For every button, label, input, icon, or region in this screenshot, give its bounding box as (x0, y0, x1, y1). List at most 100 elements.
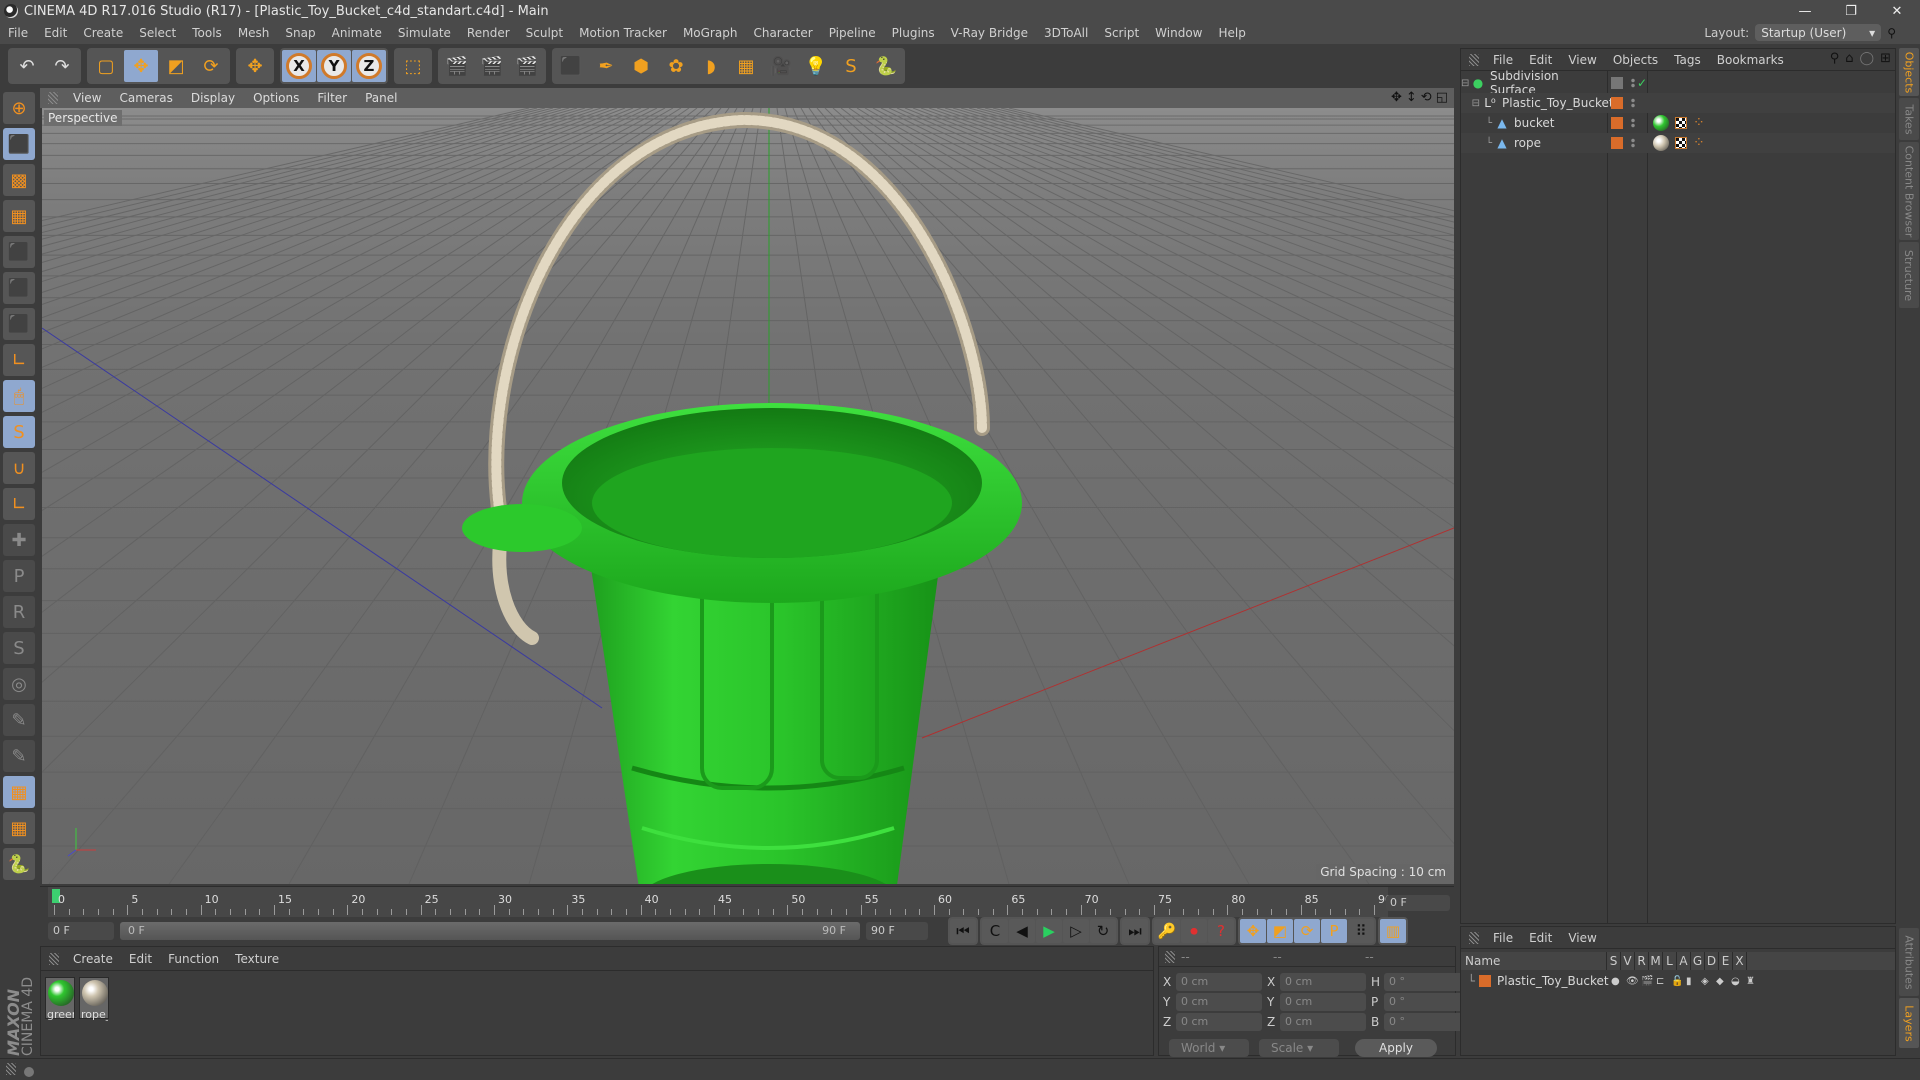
key-scale-button[interactable]: ◩ (1267, 919, 1293, 943)
layer-column-a[interactable]: A (1677, 952, 1691, 970)
prev-key-button[interactable]: C (982, 919, 1008, 943)
menu-animate[interactable]: Animate (324, 26, 390, 40)
layer-generators-icon[interactable]: ◈ (1701, 976, 1709, 987)
pin-edit-icon[interactable]: ✎ (3, 740, 35, 772)
next-frame-button[interactable]: ▷ (1063, 919, 1089, 943)
layer-locked-icon[interactable]: 🔓 (1671, 976, 1683, 987)
layer-column-s[interactable]: S (1607, 952, 1621, 970)
minimize-button[interactable]: — (1782, 0, 1828, 22)
menu-create[interactable]: Create (75, 26, 131, 40)
key-pla-button[interactable]: ⠿ (1348, 919, 1374, 943)
redo-icon[interactable]: ↷ (45, 50, 79, 82)
make-editable-icon[interactable]: ⊕ (3, 92, 35, 124)
zoom-view-icon[interactable]: ↕ (1406, 90, 1417, 105)
menu-window[interactable]: Window (1147, 26, 1210, 40)
tree-expander-icon[interactable]: ⊟ (1461, 98, 1483, 109)
material-menu-create[interactable]: Create (65, 952, 121, 966)
material-swatch[interactable]: green (45, 977, 75, 1021)
render-settings-icon[interactable]: 🎬 (510, 50, 544, 82)
phong-tag-icon[interactable]: ⁘ (1693, 135, 1705, 151)
layer-menu-file[interactable]: File (1485, 931, 1521, 945)
snap-icon[interactable]: ∪ (3, 452, 35, 484)
size-y-field[interactable]: 0 cm (1280, 993, 1366, 1011)
layer-column-r[interactable]: R (1635, 952, 1649, 970)
object-menu-tags[interactable]: Tags (1666, 53, 1709, 67)
viewport-menu-options[interactable]: Options (244, 91, 308, 105)
layer-color-swatch[interactable] (1479, 975, 1491, 987)
layer-column-name[interactable]: Name (1461, 952, 1607, 970)
menu-character[interactable]: Character (745, 26, 820, 40)
layer-column-l[interactable]: L (1663, 952, 1677, 970)
material-menu-texture[interactable]: Texture (227, 952, 287, 966)
viewport-menu-cameras[interactable]: Cameras (110, 91, 181, 105)
pin-psr-icon[interactable]: S (3, 632, 35, 664)
menu-file[interactable]: File (0, 26, 36, 40)
material-menu-edit[interactable]: Edit (121, 952, 160, 966)
search-icon[interactable]: ⚲ (1830, 51, 1840, 66)
layer-expressions-icon[interactable]: ◒ (1731, 976, 1740, 987)
subdivision-surface-icon[interactable]: ⬢ (624, 50, 658, 82)
y-axis-lock[interactable]: Y (317, 50, 351, 82)
prev-frame-button[interactable]: ◀ (1009, 919, 1035, 943)
layer-column-m[interactable]: M (1649, 952, 1663, 970)
rotation-b-field[interactable]: 0 ° (1384, 1013, 1470, 1031)
close-button[interactable]: ✕ (1874, 0, 1920, 22)
panel-grip[interactable] (1469, 931, 1479, 944)
deformer-icon[interactable]: ◗ (694, 50, 728, 82)
layer-column-x[interactable]: X (1733, 952, 1747, 970)
panel-grip[interactable] (1469, 53, 1479, 66)
pin-r-icon[interactable]: R (3, 596, 35, 628)
workplane-icon[interactable]: ∟ (3, 488, 35, 520)
menu-mesh[interactable]: Mesh (230, 26, 278, 40)
render-view-icon[interactable]: 🎬 (440, 50, 474, 82)
python-script-icon[interactable]: 🐍 (3, 848, 35, 880)
move-icon[interactable]: ✥ (124, 50, 158, 82)
menu-v-ray-bridge[interactable]: V-Ray Bridge (943, 26, 1036, 40)
uvw-tag-icon[interactable] (1675, 117, 1687, 129)
size-z-field[interactable]: 0 cm (1280, 1013, 1366, 1031)
layer-menu-view[interactable]: View (1560, 931, 1604, 945)
tab-objects[interactable]: Objects (1899, 48, 1919, 96)
texture-mode-icon[interactable]: ▩ (3, 164, 35, 196)
object-menu-file[interactable]: File (1485, 53, 1521, 67)
position-y-field[interactable]: 0 cm (1176, 993, 1262, 1011)
position-z-field[interactable]: 0 cm (1176, 1013, 1262, 1031)
layer-column-d[interactable]: D (1705, 952, 1719, 970)
current-frame-field[interactable]: 0 F (1386, 895, 1450, 911)
preview-range-slider[interactable]: 0 F 90 F (120, 922, 860, 940)
grid-rotate-icon[interactable]: ▦ (3, 812, 35, 844)
coordinate-space-select[interactable]: World ▾ (1169, 1039, 1249, 1057)
home-icon[interactable]: ⌂ (1845, 51, 1853, 66)
layout-dropdown[interactable]: Startup (User) ▾ (1755, 24, 1882, 41)
camera-icon[interactable]: 🎥 (764, 50, 798, 82)
frame-ruler[interactable]: 0 5 10 15 20 25 30 35 40 45 50 55 60 65 70 75 80 85 90 (48, 887, 1392, 917)
rotation-p-field[interactable]: 0 ° (1384, 993, 1470, 1011)
visibility-dots[interactable] (1631, 118, 1635, 128)
3dtoall-icon[interactable]: S (834, 50, 868, 82)
pen-spline-icon[interactable]: ✒ (589, 50, 623, 82)
coordinate-system-icon[interactable]: ⬚ (396, 50, 430, 82)
pin-sel-icon[interactable]: ✎ (3, 704, 35, 736)
record-keys-button[interactable]: 🔑 (1154, 919, 1180, 943)
menu-edit[interactable]: Edit (36, 26, 75, 40)
layer-row[interactable]: └ Plastic_Toy_Bucket ● 👁 🎬 ⊏ 🔓 ▮ ◈ ◆ ◒ ♜ (1461, 971, 1895, 991)
search-icon[interactable]: ⚲ (1887, 26, 1896, 40)
object-menu-objects[interactable]: Objects (1605, 53, 1666, 67)
layer-column-e[interactable]: E (1719, 952, 1733, 970)
position-x-field[interactable]: 0 cm (1176, 973, 1262, 991)
panel-grip[interactable] (1165, 950, 1175, 963)
layer-color-swatch[interactable] (1611, 97, 1623, 109)
tab-attributes[interactable]: Attributes (1899, 928, 1919, 996)
grid-lock-icon[interactable]: ▦ (3, 776, 35, 808)
next-key-button[interactable]: ↻ (1090, 919, 1116, 943)
play-button[interactable]: ▶ (1036, 919, 1062, 943)
toggle-layout-icon[interactable]: ◱ (1436, 90, 1448, 105)
size-x-field[interactable]: 0 cm (1280, 973, 1366, 991)
panel-grip[interactable] (49, 952, 59, 965)
tweak-mode-icon[interactable]: 🖱 (3, 380, 35, 412)
menu-tools[interactable]: Tools (184, 26, 230, 40)
render-picture-viewer-icon[interactable]: 🎬 (475, 50, 509, 82)
key-position-button[interactable]: ✥ (1240, 919, 1266, 943)
go-to-start-button[interactable]: ⏮ (950, 919, 976, 943)
pin-p-icon[interactable]: P (3, 560, 35, 592)
